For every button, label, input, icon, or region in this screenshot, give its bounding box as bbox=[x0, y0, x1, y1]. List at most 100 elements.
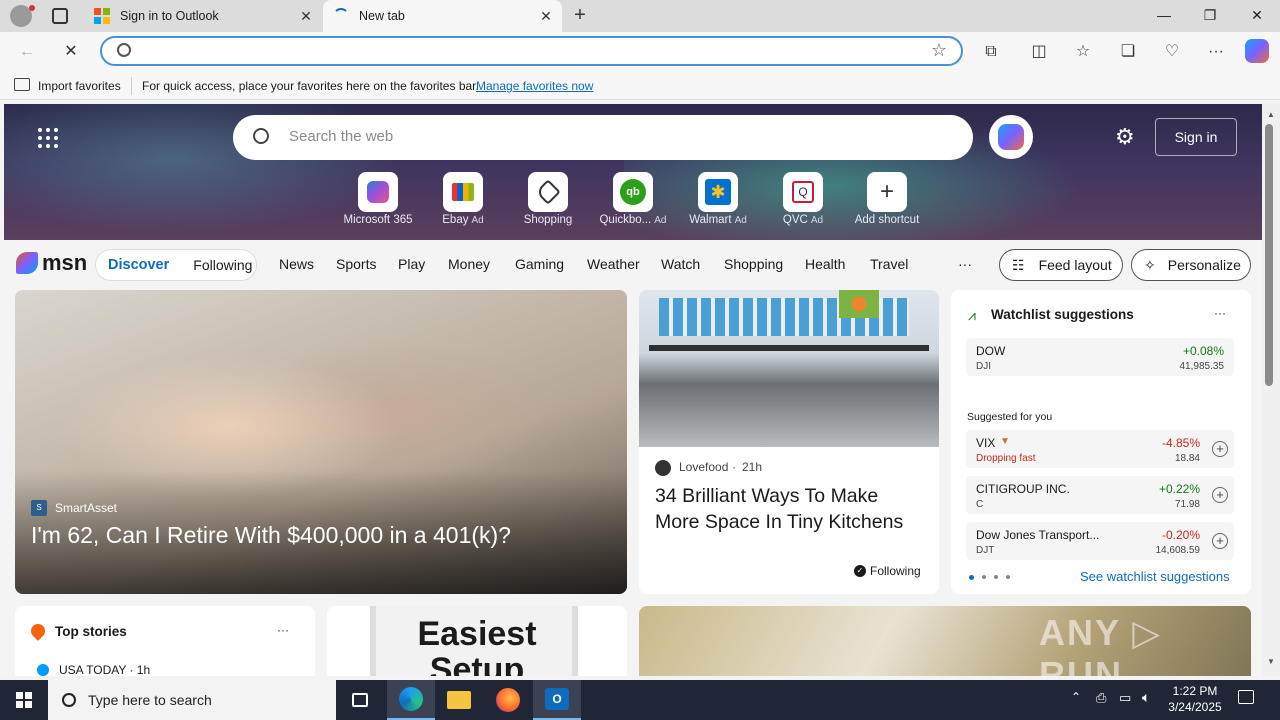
photo-article-card[interactable]: ANY ▷ RUN bbox=[639, 606, 1251, 676]
manage-favorites-link[interactable]: Manage favorites now bbox=[476, 79, 593, 93]
nav-sports[interactable]: Sports bbox=[336, 256, 376, 272]
add-to-watchlist-icon[interactable]: + bbox=[1212, 441, 1228, 457]
minimize-button[interactable]: — bbox=[1141, 0, 1187, 32]
tab-discover[interactable]: Discover bbox=[108, 257, 169, 273]
add-to-watchlist-icon[interactable]: + bbox=[1212, 533, 1228, 549]
shortcut-ebay[interactable]: Ebay Ad bbox=[423, 172, 503, 226]
collections-icon[interactable]: ❏ bbox=[1117, 41, 1139, 63]
address-input[interactable] bbox=[148, 41, 908, 61]
watchlist-row-djt[interactable]: Dow Jones Transport... DJT -0.20% 14,608… bbox=[966, 522, 1234, 560]
watchlist-row-citigroup[interactable]: CITIGROUP INC. C +0.22% 71.98 + bbox=[966, 476, 1234, 514]
shortcut-microsoft365[interactable]: Microsoft 365 bbox=[338, 172, 418, 226]
top-stories-card: Top stories ··· USA TODAY · 1h bbox=[15, 606, 315, 676]
new-tab-button[interactable]: + bbox=[568, 4, 592, 28]
page-scrollbar[interactable]: ▲ ▼ bbox=[1262, 104, 1280, 676]
shortcut-add[interactable]: + Add shortcut bbox=[847, 172, 927, 226]
feed-layout-button[interactable]: ☷ Feed layout bbox=[999, 249, 1123, 281]
more-menu-icon[interactable]: ··· bbox=[1205, 41, 1227, 63]
shortcut-walmart[interactable]: ✱ Walmart Ad bbox=[678, 172, 758, 226]
tab-actions-icon[interactable] bbox=[52, 8, 68, 24]
taskbar-outlook[interactable]: O bbox=[533, 680, 581, 720]
address-bar[interactable]: ☆ bbox=[100, 36, 963, 66]
personalize-button[interactable]: ✧ Personalize bbox=[1131, 249, 1251, 281]
sliders-icon: ☷ bbox=[1012, 256, 1025, 273]
import-favorites-button[interactable]: Import favorites bbox=[38, 79, 121, 93]
msn-butterfly-icon bbox=[16, 252, 38, 274]
shortcut-quickbooks[interactable]: qb Quickbo... Ad bbox=[593, 172, 673, 226]
apps-launcher-icon[interactable] bbox=[38, 128, 58, 148]
shortcut-shopping[interactable]: Shopping bbox=[508, 172, 588, 226]
tab-outlook[interactable]: Sign in to Outlook ✕ bbox=[84, 0, 322, 32]
network-icon[interactable]: ▭ bbox=[1119, 690, 1131, 706]
loading-spinner-icon bbox=[333, 8, 349, 24]
watchlist-menu-icon[interactable]: ··· bbox=[1214, 306, 1226, 320]
following-label[interactable]: Following bbox=[870, 564, 921, 578]
copilot-icon[interactable] bbox=[1245, 39, 1269, 63]
personalize-label: Personalize bbox=[1167, 257, 1241, 273]
nav-watch[interactable]: Watch bbox=[661, 256, 700, 272]
nav-shopping[interactable]: Shopping bbox=[724, 256, 783, 272]
watchlist-row-vix[interactable]: VIX ▼ Dropping fast -4.85% 18.84 + bbox=[966, 430, 1234, 468]
shortcut-qvc[interactable]: Q QVC Ad bbox=[763, 172, 843, 226]
close-tab-icon[interactable]: ✕ bbox=[298, 8, 314, 24]
device-icon[interactable]: ⎙ bbox=[1096, 690, 1106, 706]
watchlist-row-dow[interactable]: DOW DJI +0.08% 41,985.35 bbox=[966, 338, 1234, 376]
scroll-thumb[interactable] bbox=[1265, 124, 1273, 386]
nav-news[interactable]: News bbox=[279, 256, 314, 272]
sign-in-button[interactable]: Sign in bbox=[1155, 118, 1237, 156]
nav-gaming[interactable]: Gaming bbox=[515, 256, 564, 272]
kitchen-article-card[interactable]: Lovefood · 21h 34 Brilliant Ways To Make… bbox=[639, 290, 939, 594]
nav-money[interactable]: Money bbox=[448, 256, 490, 272]
volume-icon[interactable]: 🔈︎ bbox=[1142, 689, 1150, 706]
hero-title[interactable]: I'm 62, Can I Retire With $400,000 in a … bbox=[31, 522, 511, 549]
see-watchlist-link[interactable]: See watchlist suggestions bbox=[1080, 569, 1230, 584]
watchlist-pager-dots[interactable] bbox=[969, 575, 1010, 580]
copilot-button[interactable] bbox=[989, 115, 1033, 159]
top-stories-menu-icon[interactable]: ··· bbox=[277, 623, 289, 637]
tab-following[interactable]: Following bbox=[193, 257, 252, 273]
restore-button[interactable]: ❐ bbox=[1187, 0, 1233, 32]
start-button[interactable] bbox=[0, 680, 48, 720]
taskbar-firefox[interactable] bbox=[484, 680, 532, 720]
extensions-icon[interactable]: ⧉ bbox=[980, 41, 1002, 63]
scroll-up-arrow[interactable]: ▲ bbox=[1267, 110, 1275, 119]
nav-weather[interactable]: Weather bbox=[587, 256, 640, 272]
web-search-box[interactable]: Search the web bbox=[233, 115, 973, 160]
nav-health[interactable]: Health bbox=[805, 256, 845, 272]
taskbar-edge[interactable] bbox=[387, 680, 435, 720]
promo-ad-card[interactable]: Easiest Setup bbox=[327, 606, 627, 676]
hero-article-card[interactable]: S SmartAsset I'm 62, Can I Retire With $… bbox=[15, 290, 627, 594]
folder-icon bbox=[447, 691, 471, 709]
clock-time: 1:22 PM bbox=[1172, 684, 1218, 698]
clock[interactable]: 1:22 PM 3/24/2025 bbox=[1164, 683, 1226, 715]
watchlist-title: Watchlist suggestions bbox=[991, 307, 1134, 322]
microsoft365-icon bbox=[358, 172, 398, 212]
taskbar-search[interactable]: Type here to search bbox=[48, 680, 336, 720]
quickbooks-icon: qb bbox=[613, 172, 653, 212]
microsoft-logo-icon bbox=[94, 8, 110, 24]
close-tab-icon[interactable]: ✕ bbox=[538, 8, 554, 24]
favorites-icon[interactable]: ☆ bbox=[1072, 41, 1094, 63]
notifications-icon[interactable] bbox=[1238, 690, 1254, 704]
browser-essentials-icon[interactable]: ♡ bbox=[1161, 41, 1183, 63]
msn-logo[interactable]: msn bbox=[16, 250, 87, 276]
new-tab-page: Search the web ⚙ Sign in Microsoft 365 E… bbox=[0, 104, 1262, 676]
split-screen-icon[interactable]: ◫ bbox=[1028, 41, 1050, 63]
taskbar-file-explorer[interactable] bbox=[435, 680, 483, 720]
task-view-icon bbox=[352, 693, 368, 707]
stop-loading-button[interactable]: ✕ bbox=[60, 41, 82, 63]
tab-new-tab[interactable]: New tab ✕ bbox=[323, 0, 562, 32]
back-button[interactable]: ← bbox=[16, 41, 38, 63]
settings-gear-icon[interactable]: ⚙ bbox=[1115, 124, 1135, 150]
nav-play[interactable]: Play bbox=[398, 256, 425, 272]
scroll-down-arrow[interactable]: ▼ bbox=[1267, 657, 1275, 666]
nav-travel[interactable]: Travel bbox=[870, 256, 908, 272]
nav-more-icon[interactable]: ··· bbox=[958, 256, 972, 272]
add-to-watchlist-icon[interactable]: + bbox=[1212, 487, 1228, 503]
windows-logo-icon bbox=[16, 692, 32, 708]
task-view-button[interactable] bbox=[336, 680, 384, 720]
close-window-button[interactable]: ✕ bbox=[1234, 0, 1280, 32]
kitchen-title[interactable]: 34 Brilliant Ways To Make More Space In … bbox=[655, 483, 927, 535]
show-hidden-icons-icon[interactable]: ⌃ bbox=[1071, 690, 1081, 704]
favorite-star-icon[interactable]: ☆ bbox=[931, 40, 947, 61]
